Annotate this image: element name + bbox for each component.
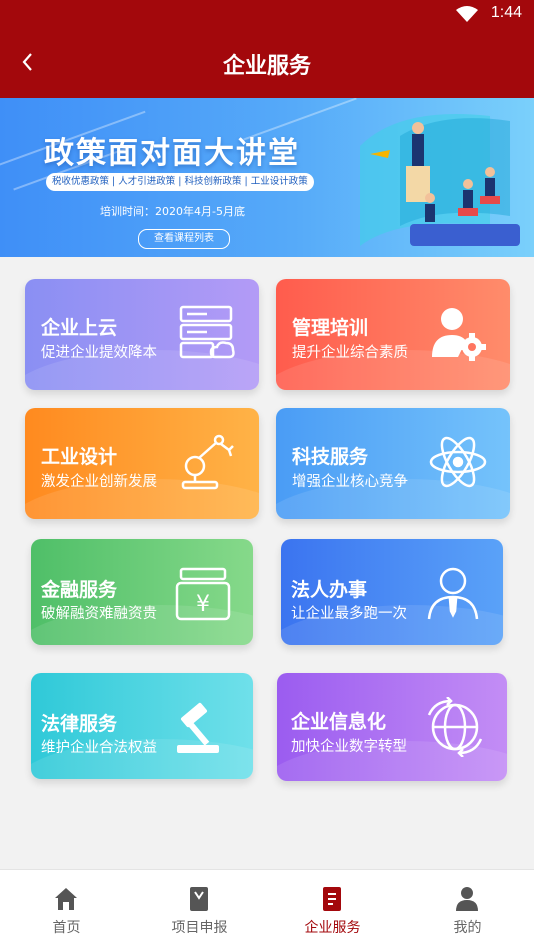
service-card-industrial-design[interactable]: 工业设计 激发企业创新发展	[25, 408, 259, 519]
card-subtitle: 促进企业提效降本	[41, 345, 157, 361]
tab-project-declaration[interactable]: 项目申报	[133, 870, 266, 950]
card-title: 企业信息化	[291, 711, 387, 733]
tab-enterprise-service[interactable]: 企业服务	[266, 870, 399, 950]
card-subtitle: 加快企业数字转型	[291, 739, 407, 755]
card-title: 科技服务	[292, 446, 369, 468]
lecture-illustration-icon	[360, 114, 520, 246]
banner-tags: 税收优惠政策 | 人才引进政策 | 科技创新政策 | 工业设计政策	[46, 173, 314, 191]
tab-home[interactable]: 首页	[0, 870, 133, 950]
page-title: 企业服务	[222, 54, 311, 79]
card-title: 金融服务	[41, 579, 118, 601]
tab-label: 项目申报	[171, 920, 228, 936]
service-card-legal-person[interactable]: 法人办事 让企业最多跑一次	[281, 539, 503, 645]
server-cloud-icon	[179, 305, 235, 359]
banner-date: 培训时间：2020年4月-5月底	[100, 205, 245, 218]
service-card-finance[interactable]: 金融服务 破解融资难融资贵 ¥	[31, 539, 253, 645]
user-gear-icon	[432, 308, 486, 361]
robot-arm-icon	[181, 434, 234, 490]
tab-label: 我的	[453, 920, 482, 936]
home-icon	[55, 888, 77, 910]
card-subtitle: 让企业最多跑一次	[291, 606, 407, 622]
atom-icon	[429, 436, 487, 488]
banner-title: 政策面对面大讲堂	[44, 136, 300, 171]
card-title: 法律服务	[41, 713, 118, 735]
card-subtitle: 维护企业合法权益	[41, 740, 157, 756]
tab-label: 首页	[52, 920, 81, 936]
bookmark-icon	[190, 887, 208, 911]
tab-label: 企业服务	[304, 920, 361, 936]
card-subtitle: 提升企业综合素质	[292, 345, 408, 361]
money-bag-icon: ¥	[175, 567, 231, 621]
wifi-icon	[456, 6, 478, 22]
bottom-tab-bar: 首页 项目申报 企业服务 我的	[0, 869, 534, 950]
person-tie-icon	[427, 567, 479, 620]
gavel-icon	[177, 702, 219, 753]
card-title: 企业上云	[41, 317, 118, 339]
svg-text:¥: ¥	[196, 592, 210, 617]
service-card-tech[interactable]: 科技服务 增强企业核心竞争	[276, 408, 510, 519]
card-title: 工业设计	[41, 446, 118, 468]
service-card-informatization[interactable]: 企业信息化 加快企业数字转型	[277, 673, 507, 781]
app-header: 1:44 企业服务	[0, 0, 534, 98]
card-subtitle: 增强企业核心竞争	[292, 474, 408, 490]
user-icon	[456, 887, 478, 911]
card-subtitle: 破解融资难融资贵	[41, 606, 157, 622]
service-card-cloud[interactable]: 企业上云 促进企业提效降本	[25, 279, 259, 390]
card-title: 法人办事	[291, 579, 368, 601]
card-subtitle: 激发企业创新发展	[41, 474, 157, 490]
tab-mine[interactable]: 我的	[401, 870, 534, 950]
service-card-training[interactable]: 管理培训 提升企业综合素质	[276, 279, 510, 390]
status-time: 1:44	[490, 4, 522, 21]
document-icon	[323, 887, 341, 911]
course-list-button[interactable]: 查看课程列表	[138, 229, 230, 249]
promo-banner[interactable]: 政策面对面大讲堂 税收优惠政策 | 人才引进政策 | 科技创新政策 | 工业设计…	[0, 98, 534, 257]
service-card-legal[interactable]: 法律服务 维护企业合法权益	[31, 673, 253, 779]
globe-arrows-icon	[427, 697, 483, 757]
card-title: 管理培训	[292, 317, 369, 339]
